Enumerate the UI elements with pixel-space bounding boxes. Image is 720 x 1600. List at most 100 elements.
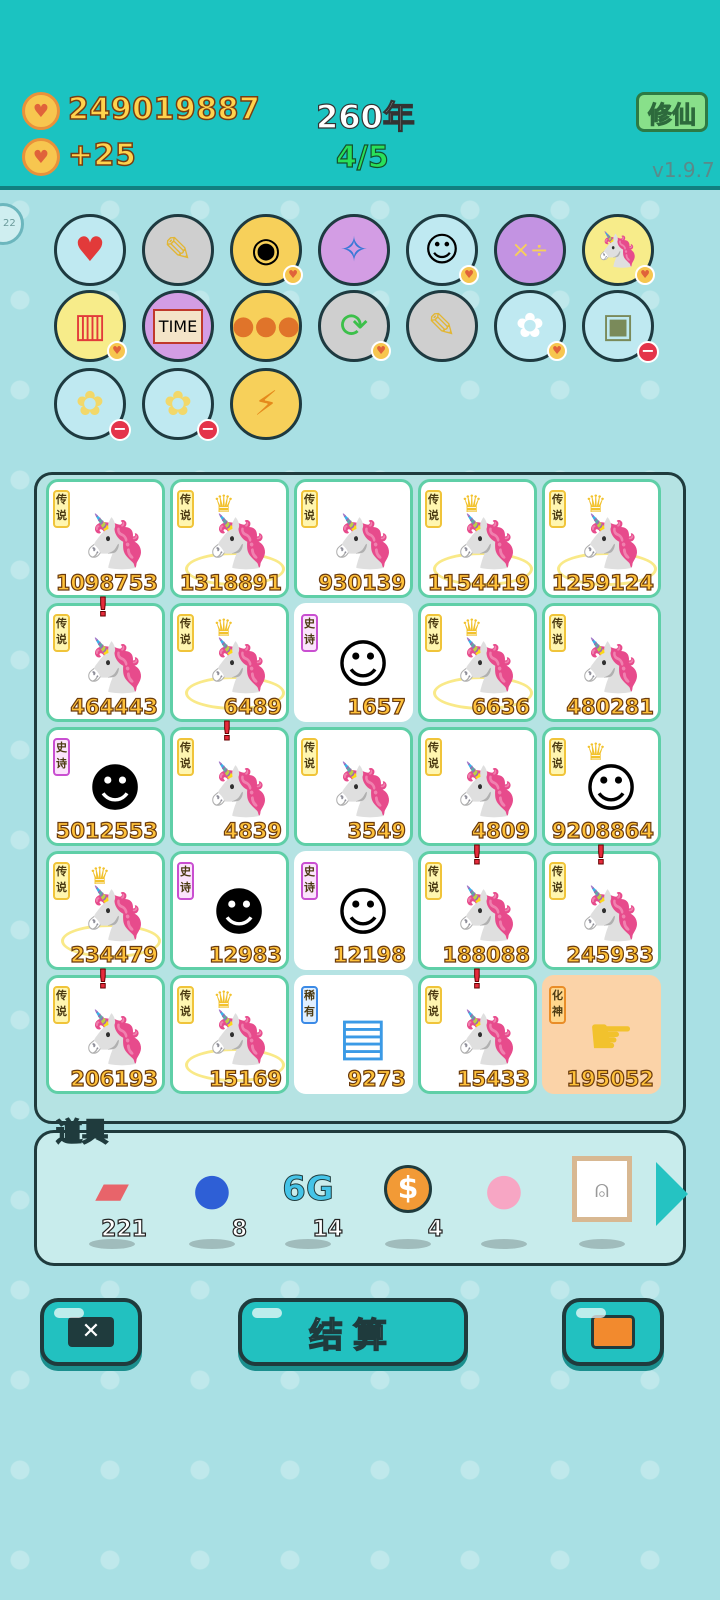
unicorn-sprite-icon: 🦄 — [454, 635, 520, 696]
board-cell[interactable]: 稀有 ▤ 9273 — [294, 975, 413, 1094]
board-cell[interactable]: 传说 ♛ 🦄 1154419 — [418, 479, 537, 598]
old-man-glasses-icon: ☺ — [583, 759, 639, 819]
board-cell[interactable]: 传说 ♛ 🦄 15169 — [170, 975, 289, 1094]
close-button[interactable]: ✕ — [40, 1298, 142, 1366]
unicorn-sprite-icon: 🦄 — [82, 883, 148, 944]
year-counter: 260年 — [315, 97, 415, 136]
briefcase-icon — [591, 1315, 635, 1349]
board-cell[interactable]: 传说 🦄 1098753 — [46, 479, 165, 598]
compass-icon[interactable]: ✧ — [318, 214, 390, 286]
xiuxian-button[interactable]: 修仙 — [636, 92, 708, 132]
merge-board: 传说 🦄 1098753 传说 ♛ 🦄 1318891 传说 🦄 930139 … — [34, 472, 686, 1124]
board-cell[interactable]: 史诗 ☻ 5012553 — [46, 727, 165, 846]
heart-badge-icon: ♥ — [635, 265, 655, 285]
prop-piggy-bank[interactable]: ● — [469, 1161, 539, 1251]
green-cap-man-icon: ☻ — [87, 759, 143, 819]
blood-bag-icon[interactable]: ♥ — [54, 214, 126, 286]
heart-badge-icon: ♥ — [547, 341, 567, 361]
cell-value: 12198 — [332, 942, 406, 967]
flower-pot-icon[interactable]: ✿ − — [54, 368, 131, 441]
prop-ghost-frame[interactable]: ⍝ — [567, 1156, 637, 1251]
cell-value: 930139 — [318, 570, 407, 595]
tag-legend: 传说 — [53, 614, 70, 652]
fries-icon[interactable]: ▥ ♥ — [54, 290, 127, 362]
tag-epic: 史诗 — [53, 738, 70, 776]
stage-counter: 4/5 — [335, 139, 389, 175]
unicorn-sprite-icon: 🦄 — [454, 1007, 520, 1068]
prop-blueberry[interactable]: ● 8 — [177, 1161, 248, 1251]
cell-value: 1154419 — [427, 570, 531, 595]
prop-count: 221 — [100, 1216, 147, 1242]
board-cell[interactable]: 传说 ♛ ☺ 9208864 — [542, 727, 661, 846]
heart-badge-icon: ♥ — [371, 341, 391, 361]
gold-coin-icon: ♥ — [22, 92, 60, 130]
tag-legend: 传说 — [177, 986, 194, 1024]
recycle-icon[interactable]: ⟳ ♥ — [318, 290, 391, 362]
board-cell[interactable]: 史诗 ☻ 12983 — [170, 851, 289, 970]
board-cell[interactable]: 传说 ♛ 🦄 6636 — [418, 603, 537, 722]
lightning-icon[interactable]: ⚡ — [230, 368, 302, 440]
board-cell[interactable]: 传说 🦄 3549 — [294, 727, 413, 846]
board-cell[interactable]: 传说 ♛ 🦄 234479 — [46, 851, 165, 970]
board-cell[interactable]: 传说 🦄 4809 — [418, 727, 537, 846]
piggy-bank-icon: ● — [484, 1163, 524, 1215]
unicorn-sprite-icon: 🦄 — [578, 635, 644, 696]
alert-icon: ! — [471, 841, 484, 872]
board-cell[interactable]: 化神 ☛ 195052 — [542, 975, 661, 1094]
tag-epic: 史诗 — [301, 614, 318, 652]
board-cell[interactable]: 传说 ♛ 🦄 6489 — [170, 603, 289, 722]
tag-rare: 稀有 — [301, 986, 318, 1024]
prop-dollar-coin[interactable]: $ 4 — [373, 1161, 444, 1251]
tag-legend: 传说 — [53, 986, 70, 1024]
tag-legend: 传说 — [549, 862, 566, 900]
owl-icon[interactable]: ◉ ♥ — [230, 214, 303, 286]
button-shine — [252, 1308, 282, 1318]
close-icon: ✕ — [68, 1317, 114, 1347]
alert-icon: ! — [471, 965, 484, 996]
cell-value: 6489 — [223, 694, 283, 719]
prop-shadow — [579, 1239, 625, 1249]
unicorn-sprite-icon: 🦄 — [330, 511, 396, 572]
math-board-icon[interactable]: ×÷ — [494, 214, 566, 286]
cell-value: 195052 — [566, 1066, 655, 1091]
prop-6g[interactable]: 6G 14 — [273, 1161, 344, 1251]
flower-pot-icon[interactable]: ✿ − — [142, 368, 219, 441]
tag-legend: 传说 — [425, 614, 442, 652]
unicorn-sprite-icon: 🦄 — [82, 1007, 148, 1068]
cell-value: 188088 — [442, 942, 531, 967]
minus-badge-icon: − — [197, 419, 219, 441]
unicorn-sprite-icon: 🦄 — [82, 635, 148, 696]
tag-legend: 传说 — [53, 862, 70, 900]
unicorn-sprite-icon: 🦄 — [82, 511, 148, 572]
cell-value: 4839 — [223, 818, 283, 843]
briefcase-button[interactable] — [562, 1298, 664, 1366]
board-cell[interactable]: 史诗 ☺ 1657 — [294, 603, 413, 722]
tag-god: 化神 — [549, 986, 566, 1024]
board-cell[interactable]: 传说 🦄 480281 — [542, 603, 661, 722]
money-bag-icon[interactable]: ▣ − — [582, 290, 659, 363]
props-next-arrow-icon[interactable] — [656, 1162, 688, 1226]
heart-badge-icon: ♥ — [107, 341, 127, 361]
braided-girl-icon: ☺ — [335, 883, 391, 943]
cell-value: 1657 — [347, 694, 407, 719]
unicorn-sprite-icon: 🦄 — [454, 759, 520, 820]
settle-button[interactable]: 结算 — [238, 1298, 468, 1366]
rabbit-icon[interactable]: ✿ ♥ — [494, 290, 567, 362]
basketballs-icon[interactable]: ●●● — [230, 290, 302, 362]
alert-icon: ! — [595, 841, 608, 872]
board-cell[interactable]: 传说 ♛ 🦄 1259124 — [542, 479, 661, 598]
unicorn-icon[interactable]: 🦄 ♥ — [582, 214, 655, 286]
board-cell[interactable]: 传说 🦄 930139 — [294, 479, 413, 598]
board-cell[interactable]: 史诗 ☺ 12198 — [294, 851, 413, 970]
prop-shadow — [189, 1239, 235, 1249]
cell-value: 6636 — [471, 694, 531, 719]
duo-character-icon[interactable]: ☺ ♥ — [406, 214, 479, 286]
board-cell[interactable]: 传说 ♛ 🦄 1318891 — [170, 479, 289, 598]
time-magazine-icon[interactable]: TIME — [142, 290, 214, 362]
screwdriver-icon[interactable]: ✎ — [406, 290, 478, 362]
screwdriver-icon[interactable]: ✎ — [142, 214, 214, 286]
prop-count: 8 — [231, 1216, 248, 1242]
tag-legend: 传说 — [177, 614, 194, 652]
prop-liver[interactable]: ▰ 221 — [77, 1161, 148, 1251]
tag-legend: 传说 — [301, 738, 318, 776]
